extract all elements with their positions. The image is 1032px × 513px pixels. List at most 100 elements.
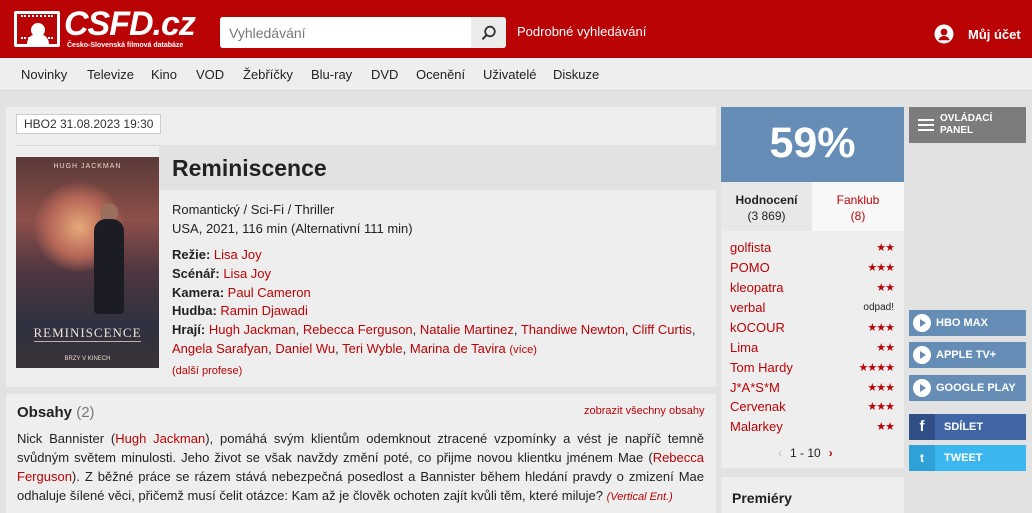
play-icon <box>913 346 931 364</box>
user-link[interactable]: Tom Hardy <box>730 360 793 375</box>
cast-link[interactable]: Cliff Curtis <box>632 322 692 337</box>
search-input[interactable] <box>220 17 471 48</box>
tv-broadcast-badge[interactable]: HBO2 31.08.2023 19:30 <box>16 114 162 134</box>
rating-percentage: 59% <box>769 119 856 167</box>
twitter-tweet-button[interactable]: t TWEET <box>909 445 1026 471</box>
user-link[interactable]: POMO <box>730 260 770 275</box>
user-link[interactable]: golfista <box>730 240 771 255</box>
pager-prev-button[interactable]: ‹ <box>778 446 782 460</box>
camera-row: Kamera: Paul Cameron <box>172 285 311 300</box>
search-box <box>220 17 506 48</box>
rating-row: Malarkey ★★ <box>730 419 895 439</box>
writer-row: Scénář: Lisa Joy <box>172 266 271 281</box>
film-origin: USA, 2021, 116 min (Alternativní 111 min… <box>172 221 413 236</box>
nav-uzivatele[interactable]: Uživatelé <box>483 67 536 82</box>
music-label: Hudba: <box>172 303 217 318</box>
search-icon <box>481 25 496 40</box>
user-link[interactable]: kOCOUR <box>730 320 785 335</box>
cast-more-link[interactable]: (více) <box>509 344 537 356</box>
search-button[interactable] <box>471 17 506 48</box>
premiery-title: Premiéry <box>732 490 792 506</box>
rating-row: verbal odpad! <box>730 300 894 320</box>
play-icon <box>913 314 931 332</box>
rating-stars: ★★★★ <box>858 362 895 374</box>
rating-row: Cervenak ★★★ <box>730 399 895 419</box>
nav-dvd[interactable]: DVD <box>371 67 398 82</box>
nav-diskuze[interactable]: Diskuze <box>553 67 599 82</box>
cast-link[interactable]: Marina de Tavira <box>410 341 506 356</box>
user-link[interactable]: Cervenak <box>730 399 786 414</box>
music-link[interactable]: Ramin Djawadi <box>220 303 307 318</box>
film-poster[interactable]: HUGH JACKMAN REMINISCENCE BRZY V KINECH <box>16 157 159 368</box>
director-row: Režie: Lisa Joy <box>172 247 262 262</box>
control-panel-label: OVLÁDACÍ PANEL <box>940 113 993 136</box>
facebook-share-button[interactable]: f SDÍLET <box>909 414 1026 440</box>
hbo-max-button[interactable]: HBO MAX <box>909 310 1026 336</box>
tab-fanklub[interactable]: Fanklub (8) <box>812 182 904 231</box>
account-label: Můj účet <box>968 26 1021 42</box>
film-logo-icon <box>14 11 60 47</box>
rating-row: Tom Hardy ★★★★ <box>730 360 895 380</box>
synopsis-count: (2) <box>76 404 95 421</box>
cast-link[interactable]: Angela Sarafyan <box>172 341 268 356</box>
rating-row: J*A*S*M ★★★ <box>730 380 895 400</box>
rating-row: golfista ★★ <box>730 240 895 260</box>
main-nav: Novinky Televize Kino VOD Žebříčky Blu-r… <box>0 58 1032 91</box>
account-button[interactable]: Můj účet <box>934 24 1021 44</box>
cast-link[interactable]: Natalie Martinez <box>420 322 514 337</box>
rating-row: Lima ★★ <box>730 340 895 360</box>
show-all-synopses-link[interactable]: zobrazit všechny obsahy <box>584 405 704 417</box>
film-title: Reminiscence <box>172 155 327 181</box>
synopsis-text: Nick Bannister (Hugh Jackman), pomáhá sv… <box>17 431 704 503</box>
rating-row: kleopatra ★★ <box>730 280 895 300</box>
rating-stars: ★★ <box>876 242 895 254</box>
film-genres: Romantický / Sci-Fi / Thriller <box>172 202 335 217</box>
user-icon <box>934 24 954 44</box>
nav-bluray[interactable]: Blu-ray <box>311 67 352 82</box>
cast-link[interactable]: Daniel Wu <box>275 341 335 356</box>
cast-link[interactable]: Hugh Jackman <box>209 322 296 337</box>
cast-link[interactable]: Teri Wyble <box>342 341 403 356</box>
rating-stars: ★★ <box>876 342 895 354</box>
rating-stars: ★★★ <box>867 322 895 334</box>
tab-hodnoceni[interactable]: Hodnocení (3 869) <box>721 182 812 231</box>
more-profiles-link[interactable]: (další profese) <box>172 365 242 377</box>
nav-oceneni[interactable]: Ocenění <box>416 67 465 82</box>
synopsis-title: Obsahy (2) <box>17 404 95 421</box>
rating-stars: ★★ <box>876 282 895 294</box>
play-icon <box>913 379 931 397</box>
nav-kino[interactable]: Kino <box>151 67 177 82</box>
cast-link[interactable]: Rebecca Ferguson <box>303 322 413 337</box>
user-link[interactable]: Malarkey <box>730 419 783 434</box>
synopsis-source[interactable]: (Vertical Ent.) <box>607 491 673 503</box>
camera-label: Kamera: <box>172 285 225 300</box>
control-panel-button[interactable]: OVLÁDACÍ PANEL <box>909 107 1026 143</box>
user-link[interactable]: kleopatra <box>730 280 783 295</box>
cast-row: Hrají: Hugh Jackman, Rebecca Ferguson, N… <box>172 322 696 377</box>
rating-odpad: odpad! <box>863 302 894 313</box>
nav-televize[interactable]: Televize <box>87 67 134 82</box>
synopsis-actor-link[interactable]: Hugh Jackman <box>115 431 205 446</box>
cast-label: Hrají: <box>172 322 206 337</box>
poster-bottom-text: BRZY V KINECH <box>64 356 111 362</box>
cast-link[interactable]: Thandiwe Newton <box>521 322 625 337</box>
user-link[interactable]: Lima <box>730 340 758 355</box>
rating-stars: ★★★ <box>867 401 895 413</box>
rating-stars: ★★★ <box>867 382 895 394</box>
nav-vod[interactable]: VOD <box>196 67 224 82</box>
csfd-logo[interactable]: CSFD.cz Česko-Slovenská filmová databáze <box>14 5 196 53</box>
nav-zebricky[interactable]: Žebříčky <box>243 67 293 82</box>
apple-tv-button[interactable]: APPLE TV+ <box>909 342 1026 368</box>
user-link[interactable]: verbal <box>730 300 765 315</box>
logo-text: CSFD.cz <box>64 5 196 43</box>
nav-novinky[interactable]: Novinky <box>21 67 67 82</box>
camera-link[interactable]: Paul Cameron <box>228 285 311 300</box>
advanced-search-link[interactable]: Podrobné vyhledávání <box>517 24 646 39</box>
user-link[interactable]: J*A*S*M <box>730 380 780 395</box>
writer-link[interactable]: Lisa Joy <box>223 266 271 281</box>
director-link[interactable]: Lisa Joy <box>214 247 262 262</box>
google-play-button[interactable]: GOOGLE PLAY <box>909 375 1026 401</box>
rating-row: kOCOUR ★★★ <box>730 320 895 340</box>
top-header: CSFD.cz Česko-Slovenská filmová databáze… <box>0 0 1032 58</box>
pager-next-button[interactable]: › <box>829 446 833 460</box>
